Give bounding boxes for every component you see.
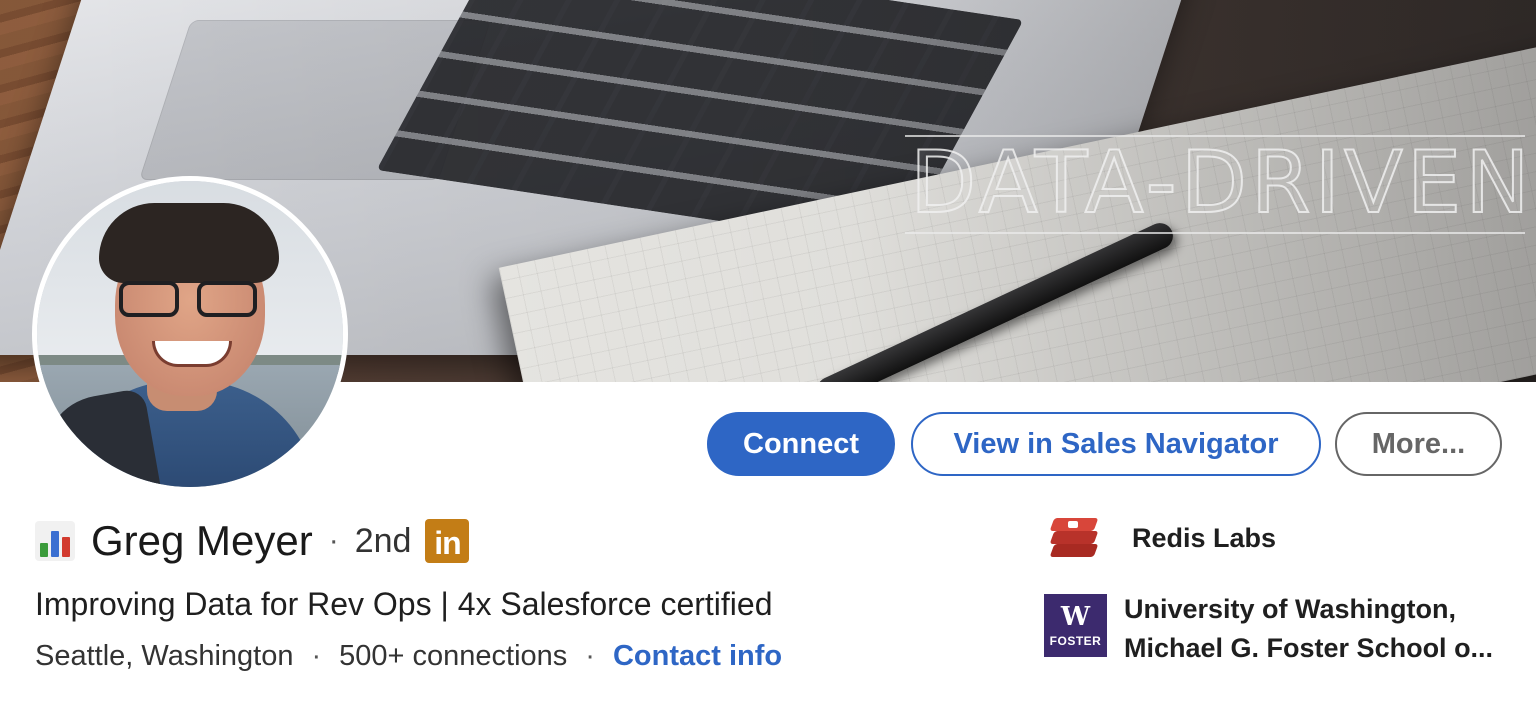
more-button[interactable]: More...	[1335, 412, 1502, 476]
meta-separator-2: ·	[585, 640, 595, 672]
name-row: Greg Meyer · 2nd in	[35, 516, 470, 566]
company-name: Redis Labs	[1132, 522, 1277, 553]
linkedin-premium-icon: in	[425, 519, 470, 563]
profile-meta: Seattle, Washington · 500+ connections ·…	[35, 640, 782, 673]
avatar-glasses	[119, 281, 269, 321]
bar-chart-emoji-icon	[35, 521, 75, 561]
connect-button[interactable]: Connect	[707, 412, 895, 476]
banner-overlay-text: DATA-DRIVEN	[909, 133, 1534, 233]
avatar-lens-left	[119, 281, 179, 317]
education-school[interactable]: W FOSTER University of Washington, Micha…	[1044, 590, 1504, 668]
school-name-line-1: University of Washington,	[1124, 594, 1457, 624]
foster-logo-w: W	[1060, 601, 1091, 632]
school-name: University of Washington, Michael G. Fos…	[1124, 590, 1504, 668]
meta-separator-1: ·	[311, 640, 322, 672]
profile-location: Seattle, Washington	[35, 640, 294, 672]
redis-logo-icon	[1049, 518, 1099, 558]
connections-count[interactable]: 500+ connections	[339, 640, 567, 673]
profile-name: Greg Meyer	[91, 517, 313, 564]
contact-info-link[interactable]: Contact info	[613, 640, 782, 673]
foster-logo-text: FOSTER	[1049, 633, 1102, 648]
current-company[interactable]: Redis Labs	[1044, 518, 1276, 558]
avatar-hair	[99, 203, 279, 283]
view-in-sales-navigator-button[interactable]: View in Sales Navigator	[911, 412, 1321, 476]
connection-degree: 2nd	[354, 521, 412, 560]
uw-foster-logo-icon: W FOSTER	[1044, 594, 1107, 657]
school-name-line-2: Michael G. Foster School o...	[1124, 633, 1494, 663]
avatar[interactable]	[32, 176, 348, 492]
profile-headline: Improving Data for Rev Ops | 4x Salesfor…	[35, 586, 773, 622]
name-separator: ·	[328, 524, 339, 557]
profile-card: DATA-DRIVEN Connect View in Sales Naviga…	[0, 0, 1536, 703]
avatar-lens-right	[197, 281, 257, 317]
